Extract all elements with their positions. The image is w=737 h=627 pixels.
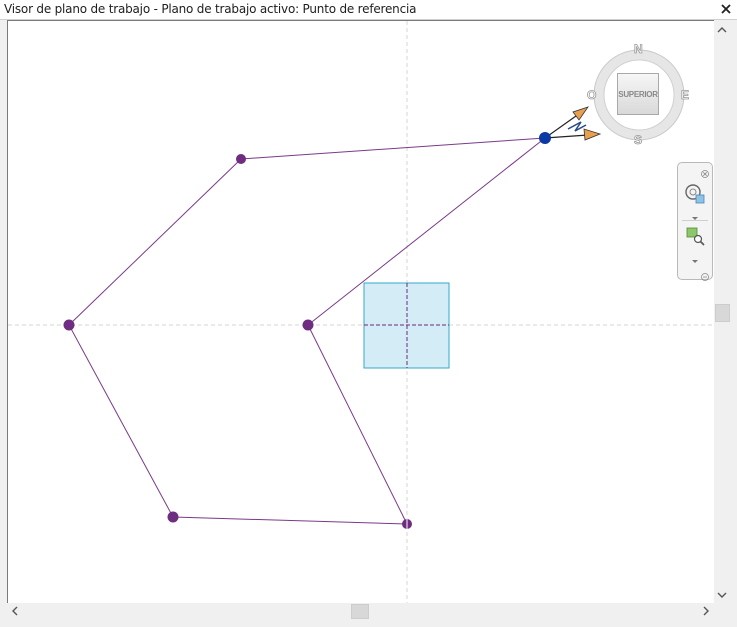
zoom-region-icon [686,227,705,246]
navigation-bar [677,162,713,281]
close-icon [701,170,709,178]
point-middle[interactable] [302,319,314,331]
window-title: Visor de plano de trabajo - Plano de tra… [4,2,417,16]
compass-east[interactable]: E [681,88,690,103]
point-left[interactable] [63,319,75,331]
steering-wheel-dropdown[interactable] [691,209,699,220]
resize-grip[interactable] [714,604,730,620]
compass-south[interactable]: S [634,133,643,148]
horizontal-scrollbar[interactable] [7,603,714,620]
point-bottom-left[interactable] [167,511,179,523]
close-button[interactable] [717,0,735,18]
chevron-down-icon [717,592,727,598]
chevron-right-icon [703,606,709,616]
y-axis-arrow[interactable] [572,106,590,121]
steering-wheel-icon [685,184,705,204]
scroll-up-button[interactable] [714,22,730,38]
zoom-region-button[interactable] [686,227,706,247]
title-bar: Visor de plano de trabajo - Plano de tra… [0,0,737,20]
scroll-right-button[interactable] [698,603,714,619]
viewcube-face-label: SUPERIOR [618,89,658,99]
compass-north[interactable]: N [634,42,643,57]
compass-west[interactable]: O [587,88,597,103]
viewcube-face-top[interactable]: SUPERIOR [617,73,659,115]
chevron-down-icon [692,217,698,220]
left-polyline[interactable] [68,158,408,525]
scroll-down-button[interactable] [714,587,730,603]
nav-bar-options-button[interactable] [701,268,709,281]
vertical-scroll-thumb[interactable] [715,304,730,322]
drawing-canvas[interactable]: N S E O SUPERIOR [7,20,716,604]
nav-bar-close-button[interactable] [701,165,709,178]
close-icon [721,4,731,14]
chevron-left-icon [12,606,18,616]
zoom-dropdown[interactable] [691,252,699,263]
scroll-left-button[interactable] [7,603,23,619]
chevron-down-icon [692,260,698,263]
horizontal-scroll-thumb[interactable] [351,604,369,619]
viewcube[interactable]: N S E O SUPERIOR [587,41,691,148]
nav-bar-divider [682,220,708,221]
point-top-left[interactable] [236,154,246,164]
top-line[interactable] [240,137,546,160]
selected-reference-point[interactable] [539,132,551,144]
options-icon [701,273,709,281]
steering-wheel-button[interactable] [684,183,706,205]
chevron-up-icon [717,27,727,33]
vertical-scrollbar[interactable] [714,20,730,604]
